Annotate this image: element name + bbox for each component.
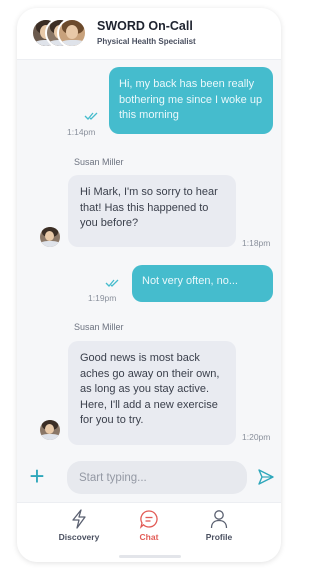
chat-subtitle: Physical Health Specialist <box>97 37 196 46</box>
message-outgoing: Not very often, no... <box>132 265 273 302</box>
tab-chat[interactable]: Chat <box>114 509 184 549</box>
sender-name: Susan Miller <box>74 322 124 332</box>
message-composer: + <box>17 454 281 502</box>
message-text: Hi, my back has been really bothering me… <box>119 78 263 121</box>
sender-name: Susan Miller <box>74 157 124 167</box>
read-receipt-icon <box>84 112 98 120</box>
message-text: Good news is most back aches go away on … <box>80 352 220 426</box>
message-text: Not very often, no... <box>142 275 238 287</box>
message-incoming: Good news is most back aches go away on … <box>68 341 236 445</box>
message-input[interactable] <box>67 461 247 494</box>
chat-header[interactable]: SWORD On-Call Physical Health Specialist <box>17 8 281 60</box>
tab-label: Profile <box>205 532 233 542</box>
chat-icon <box>139 510 158 529</box>
chat-title: SWORD On-Call <box>97 19 193 33</box>
person-icon <box>210 510 228 529</box>
specialist-avatars <box>31 16 87 50</box>
send-icon[interactable] <box>257 468 275 486</box>
tab-label: Chat <box>139 532 159 542</box>
sender-avatar <box>40 227 60 247</box>
message-outgoing: Hi, my back has been really bothering me… <box>109 67 273 134</box>
tab-discovery[interactable]: Discovery <box>44 509 114 549</box>
message-text: Hi Mark, I'm so sorry to hear that! Has … <box>80 186 218 229</box>
home-indicator[interactable] <box>119 555 181 558</box>
tab-label: Discovery <box>58 532 100 542</box>
avatar <box>57 18 87 48</box>
tab-profile[interactable]: Profile <box>184 509 254 549</box>
tab-bar: Discovery Chat Profile <box>17 502 281 562</box>
plus-icon[interactable]: + <box>27 463 47 489</box>
phone-screen: SWORD On-Call Physical Health Specialist… <box>17 8 281 562</box>
read-receipt-icon <box>105 279 119 287</box>
message-time: 1:20pm <box>242 432 271 442</box>
message-incoming: Hi Mark, I'm so sorry to hear that! Has … <box>68 175 236 247</box>
message-time: 1:18pm <box>242 238 271 248</box>
message-time: 1:19pm <box>88 293 117 303</box>
sender-avatar <box>40 420 60 440</box>
lightning-icon <box>72 509 86 529</box>
message-time: 1:14pm <box>67 127 96 137</box>
